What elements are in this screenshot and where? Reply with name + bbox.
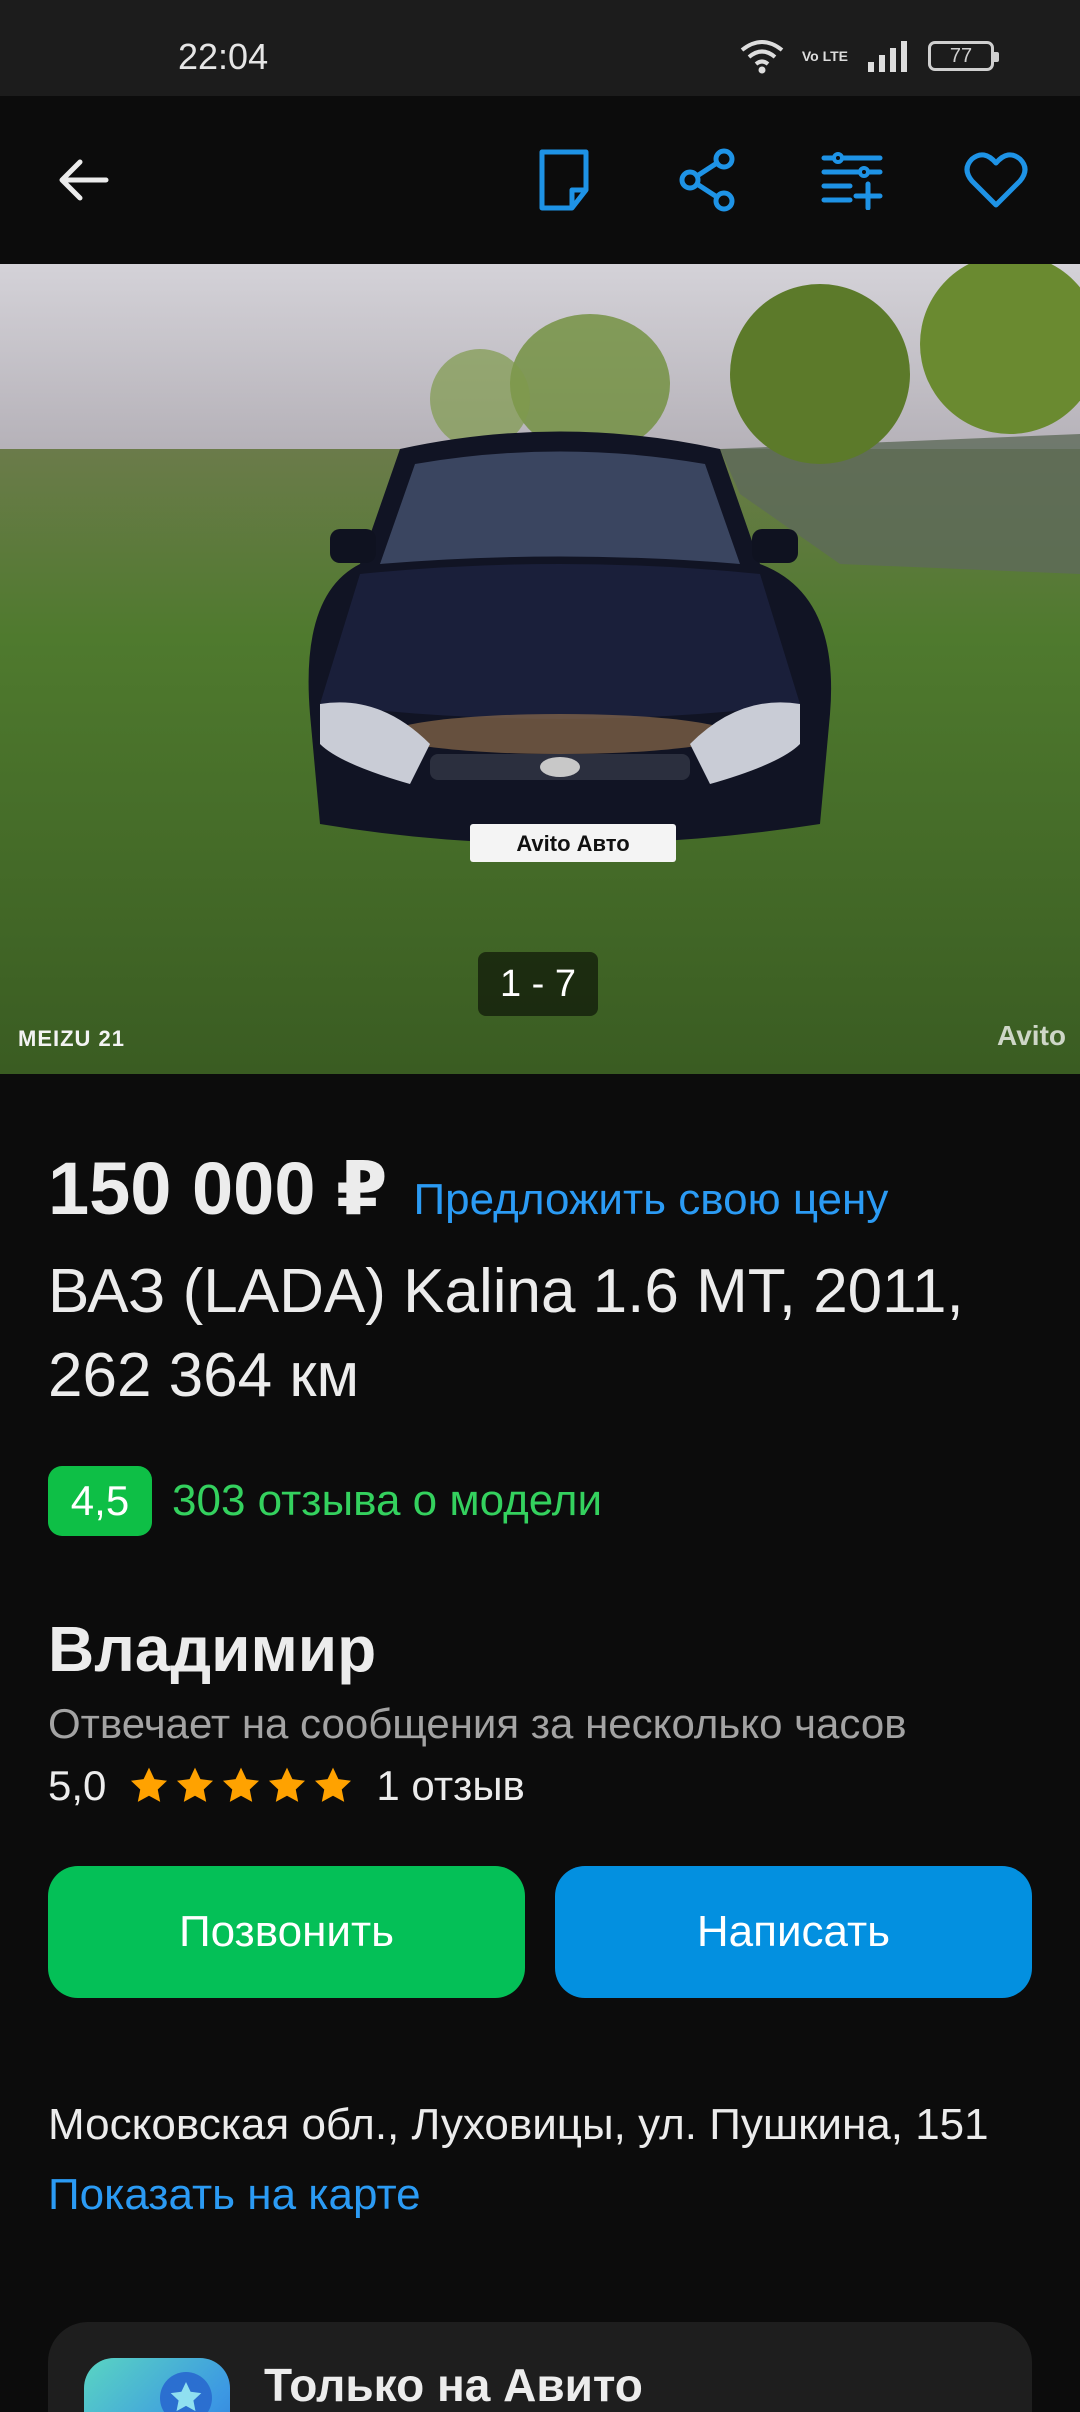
compare-button[interactable]: [812, 140, 892, 220]
back-button[interactable]: [44, 140, 124, 220]
photo-counter: 1 - 7: [478, 952, 598, 1016]
volte-icon: Vo LTE: [801, 48, 848, 64]
seller-rating[interactable]: 5,0 1 отзыв: [48, 1762, 525, 1810]
status-time: 22:04: [178, 36, 269, 77]
price: 150 000 ₽: [48, 1147, 388, 1230]
car-photo-gallery[interactable]: Avito Авто 1 - 7 MEIZU 21 Avito: [0, 264, 1080, 1074]
price-row: 150 000 ₽ Предложить свою цену: [48, 1146, 888, 1232]
status-icons: Vo LTE 77: [740, 38, 999, 74]
note-icon: [539, 149, 589, 211]
share-icon: [679, 148, 735, 212]
star-icon: [269, 1767, 306, 1802]
status-bar: 22:04 Vo LTE 77: [0, 0, 1080, 96]
model-rating-badge: 4,5: [48, 1466, 152, 1536]
model-rating-row[interactable]: 4,5 303 отзыва о модели: [48, 1466, 602, 1536]
note-button[interactable]: [524, 140, 604, 220]
share-button[interactable]: [668, 140, 748, 220]
seller-reviews-count: 1 отзыв: [376, 1762, 525, 1809]
promo-icon: [84, 2358, 230, 2412]
offer-price-link[interactable]: Предложить свою цену: [414, 1175, 889, 1225]
promo-title: Только на Авито: [264, 2359, 643, 2411]
battery-icon: 77: [928, 41, 999, 71]
star-icon: [177, 1767, 214, 1802]
top-toolbar: [0, 96, 1080, 264]
promo-card[interactable]: Только на Авито: [48, 2322, 1032, 2412]
seller-response-time: Отвечает на сообщения за несколько часов: [48, 1700, 907, 1747]
write-button[interactable]: Написать: [555, 1866, 1032, 1998]
show-on-map-link[interactable]: Показать на карте: [48, 2170, 421, 2220]
camera-watermark: MEIZU 21: [18, 1026, 126, 1051]
compare-icon: [821, 152, 883, 210]
star-icon: [131, 1767, 168, 1802]
seller-name[interactable]: Владимир: [48, 1612, 376, 1686]
star-badge-icon: [160, 2372, 212, 2412]
avito-watermark: Avito: [997, 1020, 1066, 1051]
star-icon: [223, 1767, 260, 1802]
seller-stars: [128, 1765, 354, 1807]
heart-icon: [964, 152, 1028, 208]
address: Московская обл., Луховицы, ул. Пушкина, …: [48, 2100, 989, 2149]
star-icon: [315, 1767, 352, 1802]
wifi-icon: [740, 40, 784, 74]
model-reviews-link[interactable]: 303 отзыва о модели: [172, 1476, 602, 1526]
favorite-button[interactable]: [956, 140, 1036, 220]
call-button[interactable]: Позвонить: [48, 1866, 525, 1998]
signal-icon: [868, 41, 907, 72]
seller-rating-score: 5,0: [48, 1762, 107, 1809]
plate-text: Avito Авто: [516, 831, 629, 856]
back-arrow-icon: [59, 159, 109, 201]
listing-title: ВАЗ (LADA) Kalina 1.6 MT, 2011, 262 364 …: [48, 1257, 964, 1410]
